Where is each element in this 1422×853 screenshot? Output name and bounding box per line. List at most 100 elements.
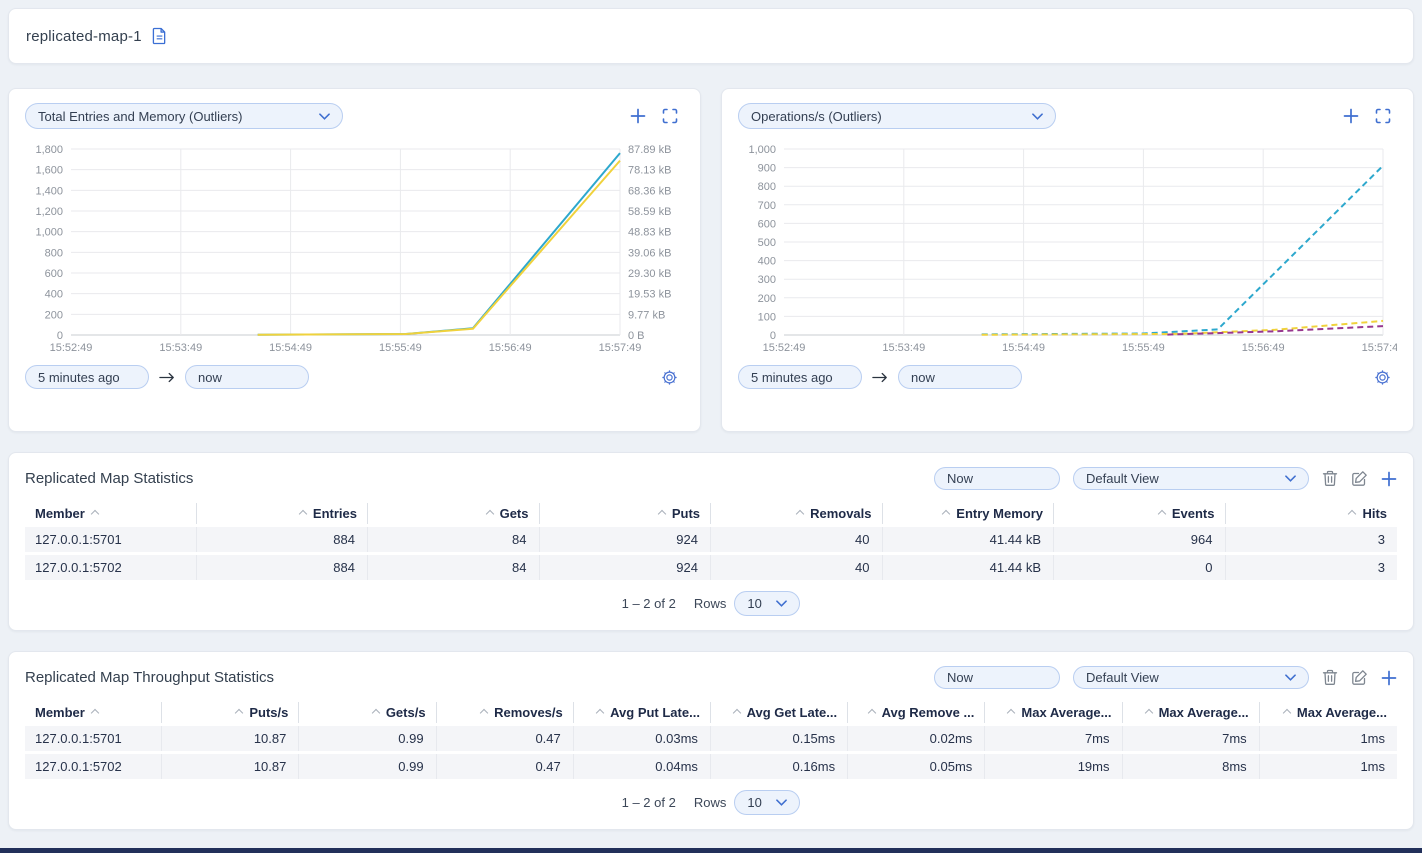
cell-max-average-2: 8ms: [1123, 754, 1260, 779]
svg-text:15:55:49: 15:55:49: [1122, 342, 1165, 354]
column-header-max-average-2[interactable]: Max Average...: [1123, 702, 1260, 723]
edit-view-button[interactable]: [1351, 470, 1368, 487]
rows-per-page-select[interactable]: 10: [734, 790, 800, 815]
table-header-row: Member Entries Gets Puts Removals Entry …: [25, 503, 1397, 524]
svg-text:1,400: 1,400: [35, 185, 63, 197]
fullscreen-button[interactable]: [1375, 108, 1391, 124]
column-header-avg-put-latency[interactable]: Avg Put Late...: [574, 702, 711, 723]
map-config-button[interactable]: [152, 27, 167, 45]
edit-view-button[interactable]: [1351, 669, 1368, 686]
chart-footer: 5 minutes ago now: [25, 365, 684, 389]
pagination: 1 – 2 of 2 Rows 10: [25, 591, 1397, 622]
column-header-gets[interactable]: Gets: [368, 503, 540, 524]
fullscreen-button[interactable]: [662, 108, 678, 124]
svg-text:600: 600: [45, 268, 63, 280]
svg-text:900: 900: [758, 163, 776, 175]
column-header-puts-per-s[interactable]: Puts/s: [162, 702, 299, 723]
sort-icon: [480, 708, 488, 716]
column-header-member[interactable]: Member: [25, 702, 162, 723]
add-view-button[interactable]: [1381, 670, 1397, 686]
svg-text:68.36 kB: 68.36 kB: [628, 185, 671, 197]
time-selector-value: Now: [947, 471, 973, 486]
sort-icon: [235, 708, 243, 716]
time-selector-input[interactable]: Now: [934, 666, 1060, 689]
sort-icon: [658, 509, 666, 517]
table-row[interactable]: 127.0.0.1:5701 10.87 0.99 0.47 0.03ms 0.…: [25, 726, 1397, 751]
view-select[interactable]: Default View: [1073, 666, 1309, 689]
cell-entry-memory: 41.44 kB: [883, 527, 1055, 552]
time-from-input[interactable]: 5 minutes ago: [738, 365, 862, 389]
table-row[interactable]: 127.0.0.1:5702 884 84 924 40 41.44 kB 0 …: [25, 555, 1397, 580]
svg-text:200: 200: [758, 293, 776, 305]
column-header-gets-per-s[interactable]: Gets/s: [299, 702, 436, 723]
column-header-max-average-1[interactable]: Max Average...: [985, 702, 1122, 723]
sort-icon: [596, 708, 604, 716]
document-icon: [152, 27, 167, 45]
table-controls: Now Default View: [934, 666, 1397, 689]
chart-panel-entries-memory: Total Entries and Memory (Outliers) 00 B…: [8, 88, 701, 432]
cell-removals: 40: [711, 555, 883, 580]
replicated-map-page: replicated-map-1 Total Entries and Memor…: [8, 8, 1414, 830]
chart-footer: 5 minutes ago now: [738, 365, 1397, 389]
metric-select-entries-memory[interactable]: Total Entries and Memory (Outliers): [25, 103, 343, 129]
cell-avg-get-latency: 0.16ms: [711, 754, 848, 779]
svg-text:800: 800: [45, 247, 63, 259]
column-header-max-average-3[interactable]: Max Average...: [1260, 702, 1397, 723]
column-header-entry-memory[interactable]: Entry Memory: [883, 503, 1055, 524]
sort-icon: [732, 708, 740, 716]
column-header-removes-per-s[interactable]: Removes/s: [437, 702, 574, 723]
svg-text:9.77 kB: 9.77 kB: [628, 309, 665, 321]
column-header-removals[interactable]: Removals: [711, 503, 883, 524]
column-header-puts[interactable]: Puts: [540, 503, 712, 524]
column-header-hits[interactable]: Hits: [1226, 503, 1398, 524]
cell-avg-remove-latency: 0.05ms: [848, 754, 985, 779]
metric-select-operations[interactable]: Operations/s (Outliers): [738, 103, 1056, 129]
column-header-entries[interactable]: Entries: [197, 503, 369, 524]
column-header-member[interactable]: Member: [25, 503, 197, 524]
time-selector-input[interactable]: Now: [934, 467, 1060, 490]
cell-gets: 84: [368, 527, 540, 552]
chart-settings-button[interactable]: [1374, 369, 1391, 386]
time-to-value: now: [911, 370, 935, 385]
table-header-bar: Replicated Map Throughput Statistics Now…: [25, 666, 1397, 689]
chevron-down-icon: [1285, 674, 1296, 681]
cell-events: 0: [1054, 555, 1226, 580]
column-header-events[interactable]: Events: [1054, 503, 1226, 524]
add-chart-button[interactable]: [1343, 108, 1359, 124]
plus-icon: [1343, 108, 1359, 124]
delete-view-button[interactable]: [1322, 669, 1338, 686]
chevron-down-icon: [319, 113, 330, 120]
time-from-input[interactable]: 5 minutes ago: [25, 365, 149, 389]
svg-text:400: 400: [45, 289, 63, 301]
sort-icon: [1348, 509, 1356, 517]
cell-avg-put-latency: 0.03ms: [574, 726, 711, 751]
chart-settings-button[interactable]: [661, 369, 678, 386]
sort-icon: [867, 708, 875, 716]
view-select[interactable]: Default View: [1073, 467, 1309, 490]
chart-header: Total Entries and Memory (Outliers): [25, 103, 684, 129]
cell-gets: 84: [368, 555, 540, 580]
add-chart-button[interactable]: [630, 108, 646, 124]
svg-text:15:54:49: 15:54:49: [1002, 342, 1045, 354]
time-to-input[interactable]: now: [185, 365, 309, 389]
arrow-right-icon: [159, 372, 175, 383]
svg-text:1,200: 1,200: [35, 206, 63, 218]
table-row[interactable]: 127.0.0.1:5701 884 84 924 40 41.44 kB 96…: [25, 527, 1397, 552]
column-header-avg-remove-latency[interactable]: Avg Remove ...: [848, 702, 985, 723]
pagination-range: 1 – 2 of 2: [622, 795, 676, 810]
table-row[interactable]: 127.0.0.1:5702 10.87 0.99 0.47 0.04ms 0.…: [25, 754, 1397, 779]
column-header-avg-get-latency[interactable]: Avg Get Late...: [711, 702, 848, 723]
table-title: Replicated Map Statistics: [25, 470, 193, 487]
time-to-input[interactable]: now: [898, 365, 1022, 389]
rows-per-page-select[interactable]: 10: [734, 591, 800, 616]
cell-events: 964: [1054, 527, 1226, 552]
svg-text:0 B: 0 B: [628, 330, 645, 342]
add-view-button[interactable]: [1381, 471, 1397, 487]
cell-member: 127.0.0.1:5701: [25, 527, 197, 552]
time-to-value: now: [198, 370, 222, 385]
delete-view-button[interactable]: [1322, 470, 1338, 487]
cell-hits: 3: [1226, 527, 1398, 552]
cell-avg-remove-latency: 0.02ms: [848, 726, 985, 751]
rows-per-page-value: 10: [747, 795, 761, 810]
cell-max-average-3: 1ms: [1260, 726, 1397, 751]
